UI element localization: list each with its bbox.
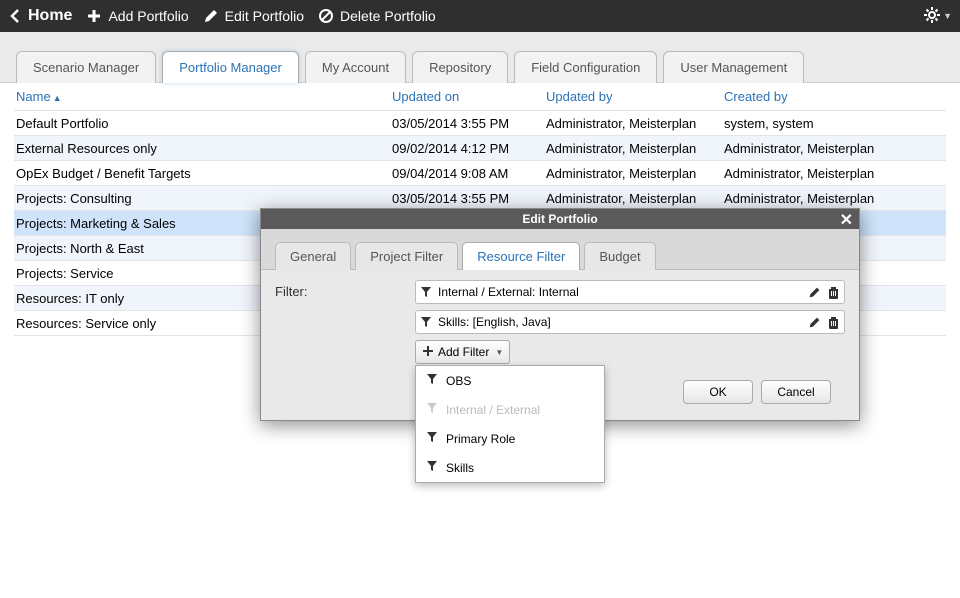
dropdown-item-internal-external: Internal / External bbox=[416, 395, 604, 424]
col-name[interactable]: Name▲ bbox=[14, 89, 392, 104]
cell-created-by: Administrator, Meisterplan bbox=[724, 191, 946, 206]
cell-name: OpEx Budget / Benefit Targets bbox=[14, 166, 392, 181]
dropdown-item-skills[interactable]: Skills bbox=[416, 453, 604, 482]
plus-icon bbox=[86, 8, 102, 24]
filter-label: Filter: bbox=[275, 280, 415, 299]
home-button[interactable]: Home bbox=[8, 7, 72, 25]
sort-asc-icon: ▲ bbox=[53, 93, 62, 103]
dropdown-item-primary-role[interactable]: Primary Role bbox=[416, 424, 604, 453]
cell-name: External Resources only bbox=[14, 141, 392, 156]
cell-updated-by: Administrator, Meisterplan bbox=[546, 191, 724, 206]
table-row[interactable]: External Resources only09/02/2014 4:12 P… bbox=[14, 136, 946, 161]
funnel-icon bbox=[420, 286, 432, 298]
funnel-icon bbox=[426, 431, 438, 446]
delete-filter-icon[interactable] bbox=[827, 286, 840, 299]
pencil-icon bbox=[203, 8, 219, 24]
add-filter-label: Add Filter bbox=[438, 345, 489, 359]
plus-icon bbox=[422, 345, 434, 360]
table-row[interactable]: Default Portfolio03/05/2014 3:55 PMAdmin… bbox=[14, 111, 946, 136]
cell-updated-on: 03/05/2014 3:55 PM bbox=[392, 191, 546, 206]
chevron-down-icon: ▼ bbox=[495, 348, 503, 357]
add-filter-dropdown: OBS Internal / External Primary Role bbox=[415, 365, 605, 483]
tab-resource-filter[interactable]: Resource Filter bbox=[462, 242, 580, 270]
grid-header: Name▲ Updated on Updated by Created by bbox=[14, 83, 946, 111]
cell-updated-by: Administrator, Meisterplan bbox=[546, 166, 724, 181]
edit-portfolio-label: Edit Portfolio bbox=[225, 8, 304, 24]
delete-portfolio-label: Delete Portfolio bbox=[340, 8, 436, 24]
prohibit-icon bbox=[318, 8, 334, 24]
home-label: Home bbox=[28, 7, 72, 25]
edit-filter-icon[interactable] bbox=[808, 316, 821, 329]
filter-item: Internal / External: Internal bbox=[415, 280, 845, 304]
dropdown-item-obs[interactable]: OBS bbox=[416, 366, 604, 395]
edit-filter-icon[interactable] bbox=[808, 286, 821, 299]
top-toolbar: Home Add Portfolio Edit Portfolio Delete… bbox=[0, 0, 960, 32]
tab-field-configuration[interactable]: Field Configuration bbox=[514, 51, 657, 83]
col-created-by[interactable]: Created by bbox=[724, 89, 946, 104]
tab-user-management[interactable]: User Management bbox=[663, 51, 804, 83]
ok-button[interactable]: OK bbox=[683, 380, 753, 404]
dialog-body: Filter: Internal / External: Internal Sk… bbox=[261, 270, 859, 420]
chevron-down-icon: ▼ bbox=[943, 11, 952, 21]
cancel-button[interactable]: Cancel bbox=[761, 380, 831, 404]
cell-updated-by: Administrator, Meisterplan bbox=[546, 116, 724, 131]
tab-budget[interactable]: Budget bbox=[584, 242, 655, 270]
tab-my-account[interactable]: My Account bbox=[305, 51, 406, 83]
main-tabs: Scenario Manager Portfolio Manager My Ac… bbox=[0, 32, 960, 83]
cell-updated-on: 09/02/2014 4:12 PM bbox=[392, 141, 546, 156]
tab-repository[interactable]: Repository bbox=[412, 51, 508, 83]
cell-updated-on: 03/05/2014 3:55 PM bbox=[392, 116, 546, 131]
delete-portfolio-button[interactable]: Delete Portfolio bbox=[318, 8, 436, 24]
dialog-title: Edit Portfolio bbox=[522, 212, 597, 226]
tab-scenario-manager[interactable]: Scenario Manager bbox=[16, 51, 156, 83]
cell-created-by: Administrator, Meisterplan bbox=[724, 141, 946, 156]
cell-created-by: Administrator, Meisterplan bbox=[724, 166, 946, 181]
funnel-icon bbox=[426, 402, 438, 417]
col-updated-by[interactable]: Updated by bbox=[546, 89, 724, 104]
cell-updated-on: 09/04/2014 9:08 AM bbox=[392, 166, 546, 181]
cell-name: Default Portfolio bbox=[14, 116, 392, 131]
col-updated-on[interactable]: Updated on bbox=[392, 89, 546, 104]
tab-general[interactable]: General bbox=[275, 242, 351, 270]
edit-portfolio-dialog: Edit Portfolio ✕ General Project Filter … bbox=[260, 208, 860, 421]
filter-text: Skills: [English, Java] bbox=[438, 315, 802, 329]
tab-project-filter[interactable]: Project Filter bbox=[355, 242, 458, 270]
funnel-icon bbox=[426, 460, 438, 475]
delete-filter-icon[interactable] bbox=[827, 316, 840, 329]
add-filter-button[interactable]: Add Filter ▼ bbox=[415, 340, 510, 364]
cell-updated-by: Administrator, Meisterplan bbox=[546, 141, 724, 156]
dialog-tabs: General Project Filter Resource Filter B… bbox=[261, 229, 859, 270]
filter-text: Internal / External: Internal bbox=[438, 285, 802, 299]
close-icon[interactable]: ✕ bbox=[840, 210, 853, 230]
edit-portfolio-button[interactable]: Edit Portfolio bbox=[203, 8, 304, 24]
dialog-title-bar: Edit Portfolio ✕ bbox=[261, 209, 859, 229]
filter-item: Skills: [English, Java] bbox=[415, 310, 845, 334]
add-portfolio-button[interactable]: Add Portfolio bbox=[86, 8, 188, 24]
tab-portfolio-manager[interactable]: Portfolio Manager bbox=[162, 51, 299, 83]
table-row[interactable]: OpEx Budget / Benefit Targets09/04/2014 … bbox=[14, 161, 946, 186]
funnel-icon bbox=[420, 316, 432, 328]
cell-name: Projects: Consulting bbox=[14, 191, 392, 206]
gear-icon bbox=[923, 6, 941, 27]
funnel-icon bbox=[426, 373, 438, 388]
cell-created-by: system, system bbox=[724, 116, 946, 131]
add-portfolio-label: Add Portfolio bbox=[108, 8, 188, 24]
settings-gear[interactable]: ▼ bbox=[923, 6, 952, 27]
chevron-left-icon bbox=[8, 8, 22, 24]
